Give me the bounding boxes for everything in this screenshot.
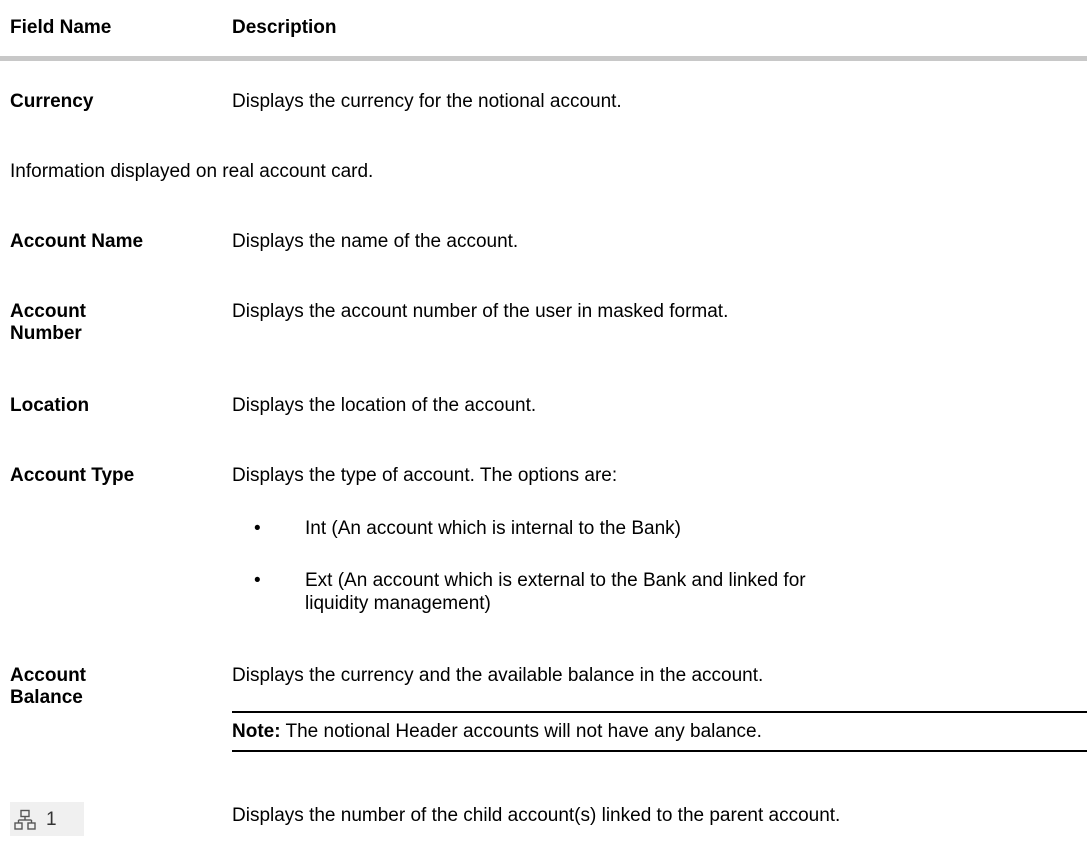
child-account-badge: 1: [10, 802, 84, 836]
account-type-option-ext-line2: liquidity management): [305, 593, 491, 614]
hierarchy-icon: [14, 809, 36, 831]
header-description: Description: [232, 17, 337, 38]
header-field-name: Field Name: [10, 17, 112, 38]
account-balance-label-line2: Balance: [10, 687, 83, 708]
account-name-label: Account Name: [10, 231, 144, 252]
account-number-description: Displays the account number of the user …: [232, 301, 729, 322]
note-top-rule: [232, 711, 1087, 713]
account-balance-description: Displays the currency and the available …: [232, 665, 764, 686]
child-accounts-description: Displays the number of the child account…: [232, 805, 841, 826]
location-description: Displays the location of the account.: [232, 395, 537, 416]
header-divider: [0, 56, 1087, 61]
real-account-card-intro: Information displayed on real account ca…: [10, 161, 374, 182]
currency-description: Displays the currency for the notional a…: [232, 91, 622, 112]
account-type-option-int: Int (An account which is internal to the…: [305, 518, 681, 539]
child-account-count: 1: [46, 809, 57, 830]
note-text: The notional Header accounts will not ha…: [280, 721, 762, 742]
account-balance-label-line1: Account: [10, 665, 86, 686]
account-number-label-line1: Account: [10, 301, 86, 322]
account-type-label: Account Type: [10, 465, 135, 486]
bullet-icon: •: [254, 570, 261, 591]
note-bottom-rule: [232, 750, 1087, 752]
account-type-option-ext-line1: Ext (An account which is external to the…: [305, 570, 806, 591]
account-name-description: Displays the name of the account.: [232, 231, 519, 252]
account-type-description: Displays the type of account. The option…: [232, 465, 618, 486]
note-label: Note:: [232, 721, 281, 742]
account-balance-note: Note: The notional Header accounts will …: [232, 720, 762, 744]
location-label: Location: [10, 395, 90, 416]
account-number-label-line2: Number: [10, 323, 82, 344]
currency-label: Currency: [10, 91, 94, 112]
bullet-icon: •: [254, 518, 261, 539]
